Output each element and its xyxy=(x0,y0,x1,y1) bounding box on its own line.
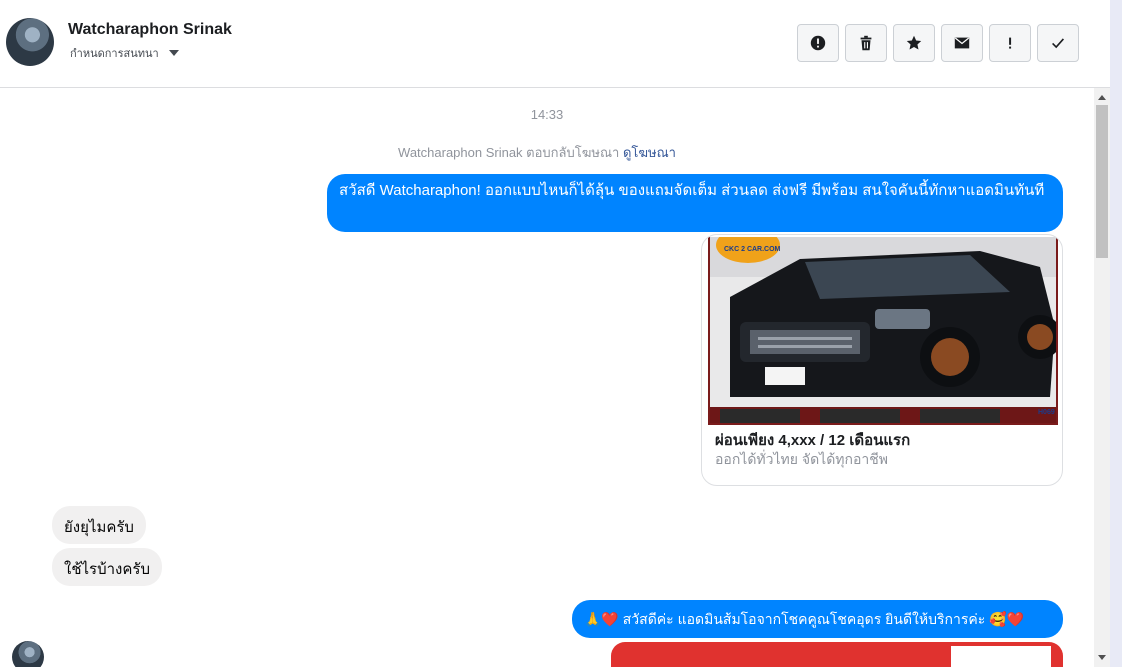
outgoing-message[interactable]: สวัสดี Watcharaphon! ออกแบบไหนก็ได้ลุ้น … xyxy=(327,174,1063,232)
report-icon xyxy=(810,35,826,51)
check-icon xyxy=(1052,38,1065,49)
ad-logo-text: CKC 2 CAR.COM xyxy=(724,246,781,253)
message-timestamp: 14:33 xyxy=(530,107,564,122)
incoming-message[interactable]: ใช้ไรบ้างครับ xyxy=(52,548,162,586)
incoming-message[interactable]: ยังยุไมครับ xyxy=(52,506,146,544)
important-icon xyxy=(1009,37,1012,49)
conversation-header: Watcharaphon Srinak กำหนดการสนทนา xyxy=(0,0,1110,88)
ad-reply-text: Watcharaphon Srinak ตอบกลับโฆษณา xyxy=(398,145,620,160)
messenger-window: Watcharaphon Srinak กำหนดการสนทนา 14:33 … xyxy=(0,0,1122,667)
conversation-settings-label: กำหนดการสนทนา xyxy=(70,48,159,60)
header-actions xyxy=(797,24,1079,62)
ad-reply-note: Watcharaphon Srinak ตอบกลับโฆษณา ดูโฆษณา xyxy=(0,142,1074,163)
mark-unread-button[interactable] xyxy=(941,24,983,62)
thread-scrollbar[interactable] xyxy=(1094,88,1110,667)
mark-important-button[interactable] xyxy=(989,24,1031,62)
outgoing-message[interactable]: 🙏❤️ สวัสดีค่ะ แอดมินส้มโอจากโชคคูณโชคอุด… xyxy=(572,600,1063,638)
conversation-settings-dropdown[interactable]: กำหนดการสนทนา xyxy=(70,44,179,62)
ad-image-partial[interactable] xyxy=(611,642,1063,667)
ad-image-badge: H069 xyxy=(1038,409,1055,416)
scrollbar-thumb[interactable] xyxy=(1096,105,1108,258)
caret-down-icon xyxy=(168,50,179,56)
ad-card-subtitle: ออกได้ทั่วไทย จัดได้ทุกอาชีพ xyxy=(715,451,889,467)
ad-car-image: CKC 2 CAR.COM H069 xyxy=(708,237,1058,425)
scroll-up-icon[interactable] xyxy=(1098,95,1106,100)
star-button[interactable] xyxy=(893,24,935,62)
avatar[interactable] xyxy=(6,18,54,66)
star-icon xyxy=(906,35,922,50)
right-gutter xyxy=(1110,0,1122,667)
message-thread[interactable]: 14:33 Watcharaphon Srinak ตอบกลับโฆษณา ด… xyxy=(0,88,1094,667)
scroll-down-icon[interactable] xyxy=(1098,655,1106,660)
contact-name[interactable]: Watcharaphon Srinak xyxy=(68,21,232,39)
ad-image-banner xyxy=(951,646,1051,667)
mark-done-button[interactable] xyxy=(1037,24,1079,62)
mail-icon xyxy=(954,37,970,49)
ad-card[interactable]: CKC 2 CAR.COM H069 ผ่อนเพียง 4,xxx / 12 … xyxy=(701,234,1063,486)
report-button[interactable] xyxy=(797,24,839,62)
trash-icon xyxy=(860,35,872,51)
delete-button[interactable] xyxy=(845,24,887,62)
contact-avatar-small xyxy=(12,641,44,667)
view-ad-link[interactable]: ดูโฆษณา xyxy=(623,145,676,160)
